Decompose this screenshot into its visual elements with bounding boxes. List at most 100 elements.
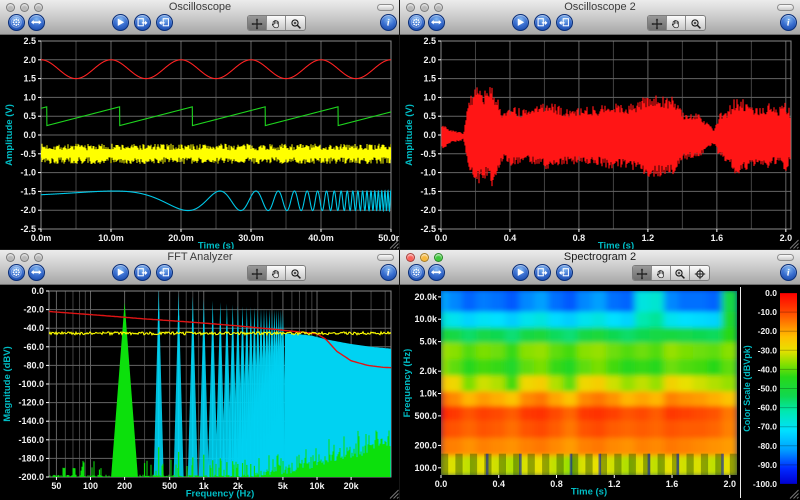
titlebar[interactable]: Spectrogram 2 <box>400 250 800 264</box>
svg-text:10.0m: 10.0m <box>98 233 124 243</box>
io-config-button[interactable] <box>28 264 45 281</box>
window-chrome: FFT Analyzer i <box>0 250 400 285</box>
target-mode-segment[interactable] <box>690 266 709 280</box>
export-snapshot-button[interactable] <box>134 14 151 31</box>
pan-mode-segment[interactable] <box>667 16 686 30</box>
magnifier-icon <box>690 17 702 29</box>
svg-text:2.0: 2.0 <box>23 55 36 65</box>
svg-text:-100.0: -100.0 <box>18 379 44 389</box>
zoom-button[interactable] <box>434 3 443 12</box>
close-button[interactable] <box>6 3 15 12</box>
toolbar-toggle-pill[interactable] <box>777 254 794 261</box>
window-title: Oscilloscope 2 <box>400 0 800 14</box>
svg-text:-40.0: -40.0 <box>23 323 44 333</box>
resize-grip[interactable] <box>790 490 799 499</box>
traffic-lights <box>406 3 448 12</box>
zoom-mode-segment[interactable] <box>686 16 705 30</box>
svg-text:Color Scale (dBVpk): Color Scale (dBVpk) <box>742 345 752 432</box>
input-device-button[interactable] <box>408 264 425 281</box>
play-button[interactable] <box>512 14 529 31</box>
titlebar[interactable]: FFT Analyzer <box>0 250 400 264</box>
zoom-mode-segment[interactable] <box>286 16 305 30</box>
crosshair-icon <box>636 267 648 279</box>
svg-text:1.0: 1.0 <box>23 92 36 102</box>
zoom-mode-segment[interactable] <box>286 266 305 280</box>
minimize-button[interactable] <box>20 253 29 262</box>
resize-grip[interactable] <box>390 490 399 499</box>
cursor-mode-segment[interactable] <box>248 266 267 280</box>
info-button[interactable]: i <box>380 264 397 281</box>
svg-text:1.0: 1.0 <box>423 92 436 102</box>
minimize-button[interactable] <box>20 3 29 12</box>
io-config-button[interactable] <box>428 264 445 281</box>
import-snapshot-button[interactable] <box>156 14 173 31</box>
svg-text:0.8: 0.8 <box>550 479 563 489</box>
info-button[interactable]: i <box>780 14 797 31</box>
close-button[interactable] <box>406 3 415 12</box>
svg-text:-20.0: -20.0 <box>758 326 778 336</box>
svg-text:-180.0: -180.0 <box>18 453 44 463</box>
io-config-button[interactable] <box>428 14 445 31</box>
input-device-button[interactable] <box>8 264 25 281</box>
mode-segmented-control <box>247 265 306 281</box>
svg-text:-1.5: -1.5 <box>420 186 436 196</box>
play-button[interactable] <box>512 264 529 281</box>
pan-mode-segment[interactable] <box>267 16 286 30</box>
minimize-button[interactable] <box>420 3 429 12</box>
svg-text:i: i <box>387 18 390 29</box>
pan-mode-segment[interactable] <box>267 266 286 280</box>
color-scale-bar <box>780 293 797 484</box>
oscilloscope-2-plot[interactable]: 0.00.40.81.21.62.02.52.01.51.00.50.0-0.5… <box>401 35 799 250</box>
window-chrome: Oscilloscope 2 i <box>400 0 800 35</box>
info-button[interactable]: i <box>780 264 797 281</box>
titlebar[interactable]: Oscilloscope <box>0 0 400 14</box>
svg-text:-2.5: -2.5 <box>20 224 36 234</box>
window-fft-analyzer: FFT Analyzer i 501002005001k2k5k10k20k0.… <box>0 250 400 500</box>
window-chrome: Oscilloscope i <box>0 0 400 35</box>
crosshair-icon <box>251 267 263 279</box>
minimize-button[interactable] <box>420 253 429 262</box>
zoom-button[interactable] <box>34 3 43 12</box>
import-snapshot-button[interactable] <box>556 14 573 31</box>
svg-text:500: 500 <box>162 481 177 491</box>
crosshair-icon <box>651 17 663 29</box>
import-snapshot-button[interactable] <box>556 264 573 281</box>
cursor-mode-segment[interactable] <box>248 16 267 30</box>
export-snapshot-button[interactable] <box>534 264 551 281</box>
toolbar-toggle-pill[interactable] <box>377 4 394 11</box>
input-device-button[interactable] <box>8 14 25 31</box>
window-chrome: Spectrogram 2 i <box>400 250 800 285</box>
svg-text:-10.0: -10.0 <box>758 307 778 317</box>
cursor-mode-segment[interactable] <box>633 266 652 280</box>
zoom-button[interactable] <box>34 253 43 262</box>
export-snapshot-button[interactable] <box>134 264 151 281</box>
close-button[interactable] <box>406 253 415 262</box>
info-button[interactable]: i <box>380 14 397 31</box>
mode-segmented-control <box>647 15 706 31</box>
toolbar-toggle-pill[interactable] <box>777 4 794 11</box>
zoom-mode-segment[interactable] <box>671 266 690 280</box>
svg-text:Time (s): Time (s) <box>198 241 234 251</box>
fft-analyzer-plot[interactable]: 501002005001k2k5k10k20k0.0-20.0-40.0-60.… <box>1 285 399 500</box>
play-button[interactable] <box>112 264 129 281</box>
svg-text:-60.0: -60.0 <box>23 342 44 352</box>
spectrogram-plot[interactable]: 0.00.40.81.21.62.0100.0200.0500.01.0k2.0… <box>401 285 799 500</box>
export-snapshot-button[interactable] <box>534 14 551 31</box>
toolbar-toggle-pill[interactable] <box>377 254 394 261</box>
svg-text:-1.5: -1.5 <box>20 186 36 196</box>
input-device-button[interactable] <box>408 14 425 31</box>
close-button[interactable] <box>6 253 15 262</box>
cursor-mode-segment[interactable] <box>648 16 667 30</box>
magnifier-icon <box>674 267 686 279</box>
zoom-button[interactable] <box>434 253 443 262</box>
svg-text:200.0: 200.0 <box>414 440 437 450</box>
titlebar[interactable]: Oscilloscope 2 <box>400 0 800 14</box>
oscilloscope-plot[interactable]: 0.0m10.0m20.0m30.0m40.0m50.0m2.52.01.51.… <box>1 35 399 250</box>
play-button[interactable] <box>112 14 129 31</box>
io-config-button[interactable] <box>28 14 45 31</box>
crosshair-icon <box>251 17 263 29</box>
import-snapshot-button[interactable] <box>156 264 173 281</box>
svg-text:-140.0: -140.0 <box>18 416 44 426</box>
pan-mode-segment[interactable] <box>652 266 671 280</box>
svg-text:-200.0: -200.0 <box>18 472 44 482</box>
